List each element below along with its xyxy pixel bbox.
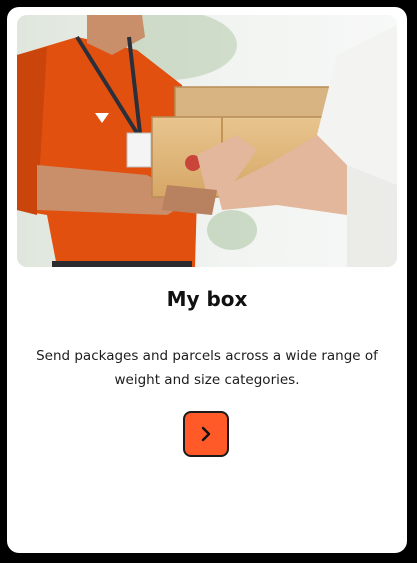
chevron-right-icon	[201, 426, 211, 442]
card-description: Send packages and parcels across a wide …	[36, 348, 378, 388]
card-title: My box	[166, 287, 248, 311]
delivery-photo	[17, 15, 397, 267]
next-button[interactable]	[183, 411, 229, 457]
service-card: My box Send packages and parcels across …	[7, 7, 407, 553]
